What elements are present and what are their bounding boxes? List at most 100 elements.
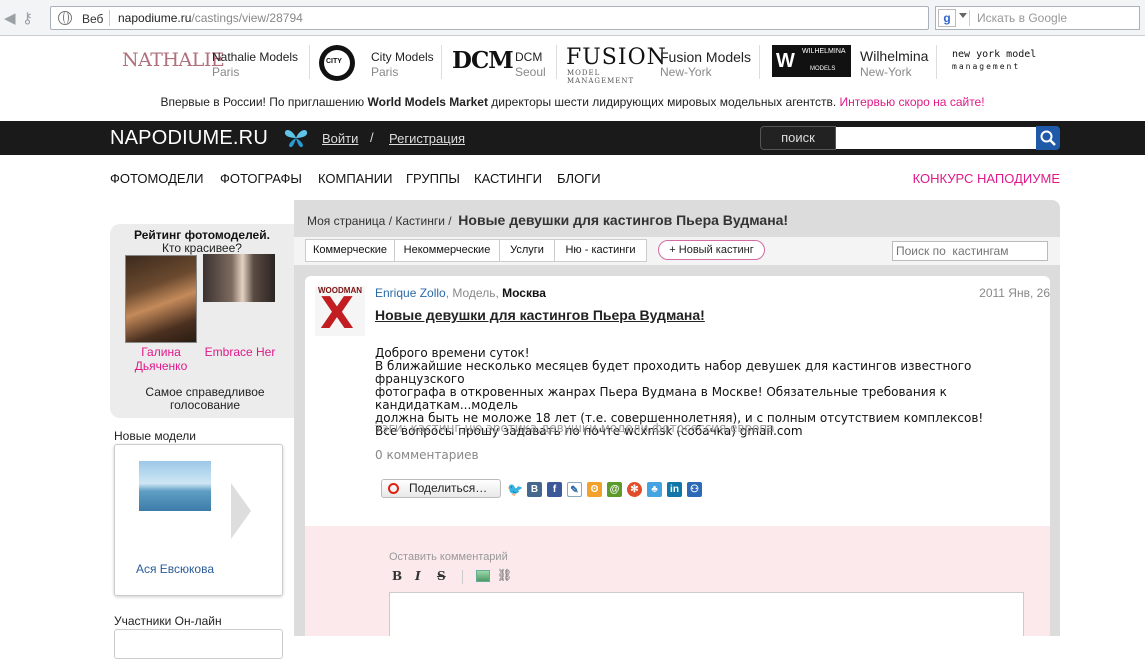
link-separator: /: [370, 130, 374, 145]
post-title[interactable]: Новые девушки для кастингов Пьера Вудман…: [375, 307, 705, 323]
divider: [936, 45, 937, 79]
city-logo: CITY: [319, 45, 355, 81]
google-search-placeholder[interactable]: Искать в Google: [977, 11, 1067, 25]
author-avatar[interactable]: WOODMAN X: [315, 286, 365, 336]
rating-caption: Самое справедливое голосование: [145, 385, 265, 412]
bold-button[interactable]: B: [392, 569, 402, 583]
share-button[interactable]: Поделиться…: [381, 479, 501, 498]
rating-title: Рейтинг фотомоделей.: [134, 228, 270, 242]
author-role-text: Модель,: [452, 286, 499, 300]
post-tags: тэги: кастинг,ню,эротика,девушки,модели,…: [375, 421, 775, 435]
nav-castings[interactable]: КАСТИНГИ: [474, 171, 542, 186]
partner-city: Seoul: [515, 65, 546, 79]
search-label: поиск: [760, 126, 836, 150]
partner-agencies: NATHALIE Nathalie Models Paris CITY City…: [0, 37, 1145, 85]
tab-services[interactable]: Услуги: [500, 240, 555, 261]
google-icon[interactable]: g: [938, 9, 956, 27]
nav-contest[interactable]: КОНКУРС НАПОДИУМЕ: [913, 171, 1060, 186]
city-logo-text: CITY: [326, 58, 342, 65]
tab-nude-castings[interactable]: Ню - кастинги: [555, 240, 646, 261]
rating-photo-2-name[interactable]: Embrace Her: [198, 345, 282, 359]
nathalie-logo: NATHALIE: [122, 49, 225, 71]
main-content: Моя страница / Кастинги / Новые девушки …: [294, 200, 1060, 636]
address-bar[interactable]: Веб napodiume.ru/castings/view/28794: [50, 6, 929, 30]
tab-commercial[interactable]: Коммерческие: [306, 240, 395, 261]
back-icon[interactable]: ◀: [4, 9, 16, 27]
butterfly-icon: [284, 130, 308, 148]
facebook-icon[interactable]: f: [547, 482, 562, 497]
tab-noncommercial[interactable]: Некоммерческие: [395, 240, 500, 261]
browser-toolbar: ◀ ⚷ Веб napodiume.ru/castings/view/28794…: [0, 0, 1145, 36]
livejournal-icon[interactable]: ✎: [567, 482, 582, 497]
odnoklassniki-icon[interactable]: ʘ: [587, 482, 602, 497]
comments-count[interactable]: 0 комментариев: [375, 448, 479, 462]
promo-link[interactable]: Интервью скоро на сайте!: [840, 95, 985, 109]
post-body-line: В ближайшие несколько месяцев будет прох…: [375, 359, 972, 386]
rating-photo-1[interactable]: [125, 255, 197, 343]
nav-blogs[interactable]: БЛОГИ: [557, 171, 601, 186]
partner-city: Paris: [212, 65, 240, 79]
url-divider: [109, 10, 110, 26]
rating-photo-1-name[interactable]: Галина Дьяченко: [124, 345, 198, 373]
casting-tabs: Коммерческие Некоммерческие Услуги Ню - …: [305, 239, 647, 262]
divider: [441, 45, 442, 79]
casting-search-input[interactable]: [892, 241, 1048, 261]
partner-name: DCM: [515, 50, 543, 64]
search-input[interactable]: [836, 127, 1036, 149]
wilhelmina-logo: W WILHELMINA MODELS: [772, 45, 851, 77]
nav-photomodels[interactable]: ФОТОМОДЕЛИ: [110, 171, 203, 186]
liveinternet-icon[interactable]: ✻: [627, 482, 642, 497]
search-icon: [1040, 130, 1056, 146]
link-icon[interactable]: ⛓: [497, 568, 512, 582]
register-link[interactable]: Регистрация: [389, 131, 465, 146]
new-model-name[interactable]: Ася Евсюкова: [115, 562, 235, 576]
nav-groups[interactable]: ГРУППЫ: [406, 171, 460, 186]
url-path: /castings/view/28794: [191, 11, 303, 25]
linkedin-icon[interactable]: in: [667, 482, 682, 497]
chevron-down-icon[interactable]: [959, 13, 967, 18]
main-nav: ФОТОМОДЕЛИ ФОТОГРАФЫ КОМПАНИИ ГРУППЫ КАС…: [110, 171, 1060, 187]
new-models-card: Ася Евсюкова: [114, 444, 283, 596]
author-city: Москва: [502, 286, 546, 300]
partner-city: New-York: [660, 65, 712, 79]
post-date: 2011 Янв, 26: [979, 286, 1050, 300]
nav-companies[interactable]: КОМПАНИИ: [318, 171, 392, 186]
comment-textarea[interactable]: [389, 592, 1024, 636]
wilhelmina-logo-top: WILHELMINA: [802, 48, 846, 55]
partner-name: Fusion Models: [660, 49, 752, 65]
breadcrumb-castings[interactable]: Кастинги: [395, 214, 445, 228]
promo-banner: Впервые в России! По приглашению World M…: [0, 95, 1145, 109]
divider: [556, 45, 557, 79]
italic-button[interactable]: I: [415, 569, 421, 583]
image-icon[interactable]: [476, 570, 490, 582]
key-icon[interactable]: ⚷: [22, 9, 33, 27]
share-icon: [388, 483, 399, 494]
google-search-box[interactable]: g Искать в Google: [935, 6, 1140, 30]
search-button[interactable]: [1036, 126, 1060, 150]
promo-bold: World Models Market: [367, 95, 488, 109]
rating-photo-2[interactable]: [203, 254, 275, 302]
friendfeed-icon[interactable]: ♣: [647, 482, 662, 497]
breadcrumb-home[interactable]: Моя страница: [307, 214, 385, 228]
new-model-photo[interactable]: [139, 461, 211, 511]
mymail-icon[interactable]: @: [607, 482, 622, 497]
next-arrow-icon[interactable]: [231, 483, 251, 539]
twitter-icon[interactable]: 🐦: [507, 482, 523, 497]
site-logo[interactable]: NAPODIUME.RU: [110, 127, 268, 150]
site-header: NAPODIUME.RU Войти / Регистрация поиск: [0, 121, 1145, 155]
new-casting-button[interactable]: + Новый кастинг: [658, 240, 765, 260]
divider: [309, 45, 310, 79]
strikethrough-button[interactable]: S: [437, 569, 446, 583]
nav-photographers[interactable]: ФОТОГРАФЫ: [220, 171, 302, 186]
url-text[interactable]: napodiume.ru/castings/view/28794: [118, 11, 303, 25]
author-link[interactable]: Enrique Zollo: [375, 286, 446, 300]
vkontakte-icon[interactable]: B: [527, 482, 542, 497]
site-search: поиск: [760, 126, 1060, 150]
fusion-logo-sub: MODEL MANAGEMENT: [567, 69, 635, 85]
login-link[interactable]: Войти: [322, 131, 358, 146]
myspace-icon[interactable]: ⚇: [687, 482, 702, 497]
nymm-logo-sub: management: [952, 62, 1021, 71]
casting-post: WOODMAN X Enrique Zollo, Модель, Москва …: [305, 276, 1050, 636]
new-models-title: Новые модели: [114, 429, 196, 443]
url-host: napodiume.ru: [118, 11, 192, 25]
